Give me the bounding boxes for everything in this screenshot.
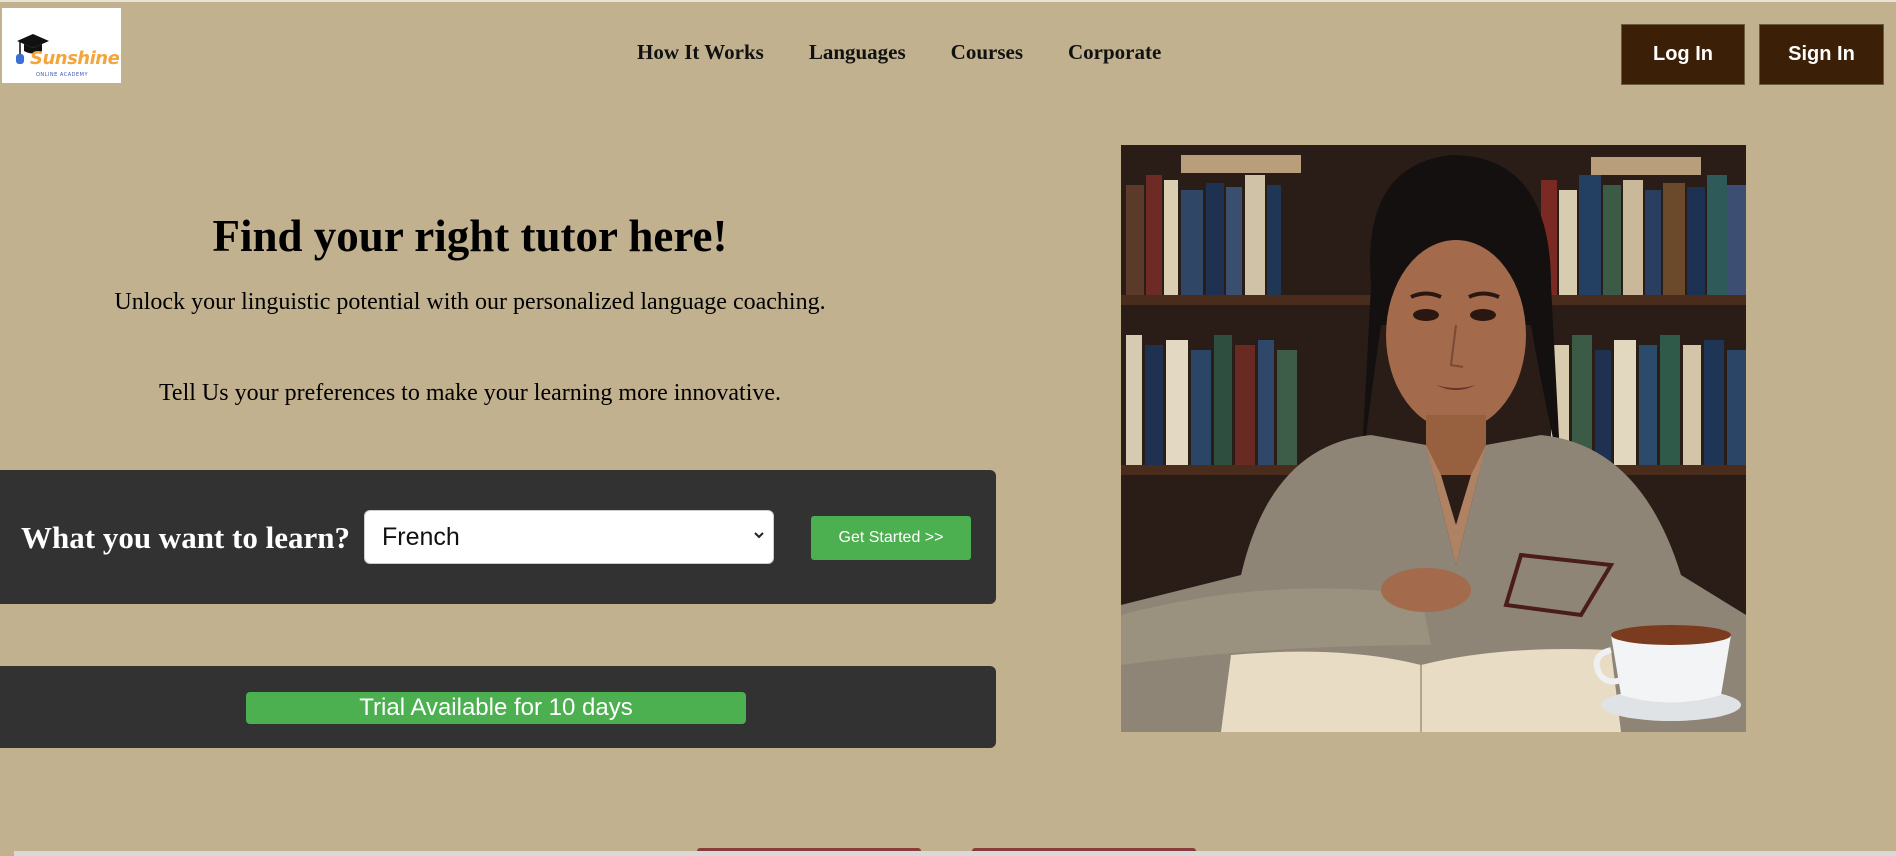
brand-name: Sunshine — [30, 48, 120, 69]
main-nav: How It Works Languages Courses Corporate — [637, 40, 1161, 65]
learn-label: What you want to learn? — [21, 520, 350, 555]
top-border — [0, 0, 1896, 2]
signin-button[interactable]: Sign In — [1759, 24, 1884, 85]
hero-subtitle: Unlock your linguistic potential with ou… — [114, 289, 826, 315]
chevron-down-icon — [754, 532, 764, 539]
login-button[interactable]: Log In — [1621, 24, 1745, 85]
trial-badge: Trial Available for 10 days — [246, 692, 746, 724]
hero-title: Find your right tutor here! — [212, 211, 728, 261]
nav-courses[interactable]: Courses — [951, 40, 1023, 65]
trial-panel: Trial Available for 10 days — [0, 666, 996, 748]
nav-languages[interactable]: Languages — [809, 40, 906, 65]
nav-corporate[interactable]: Corporate — [1068, 40, 1161, 65]
language-select[interactable]: French — [364, 510, 774, 564]
nav-how-it-works[interactable]: How It Works — [637, 40, 764, 65]
get-started-button[interactable]: Get Started >> — [811, 516, 971, 560]
language-select-value: French — [382, 522, 460, 551]
site-logo[interactable]: Sunshine ONLINE ACADEMY — [2, 8, 121, 83]
learn-panel: What you want to learn? French Get Start… — [0, 470, 996, 604]
hero-image-tutor — [1121, 145, 1746, 732]
tutor-illustration — [1121, 145, 1746, 732]
hero-preferences-text: Tell Us your preferences to make your le… — [158, 380, 782, 406]
brand-tagline: ONLINE ACADEMY — [36, 72, 89, 78]
horizontal-scrollbar[interactable] — [14, 851, 1896, 856]
